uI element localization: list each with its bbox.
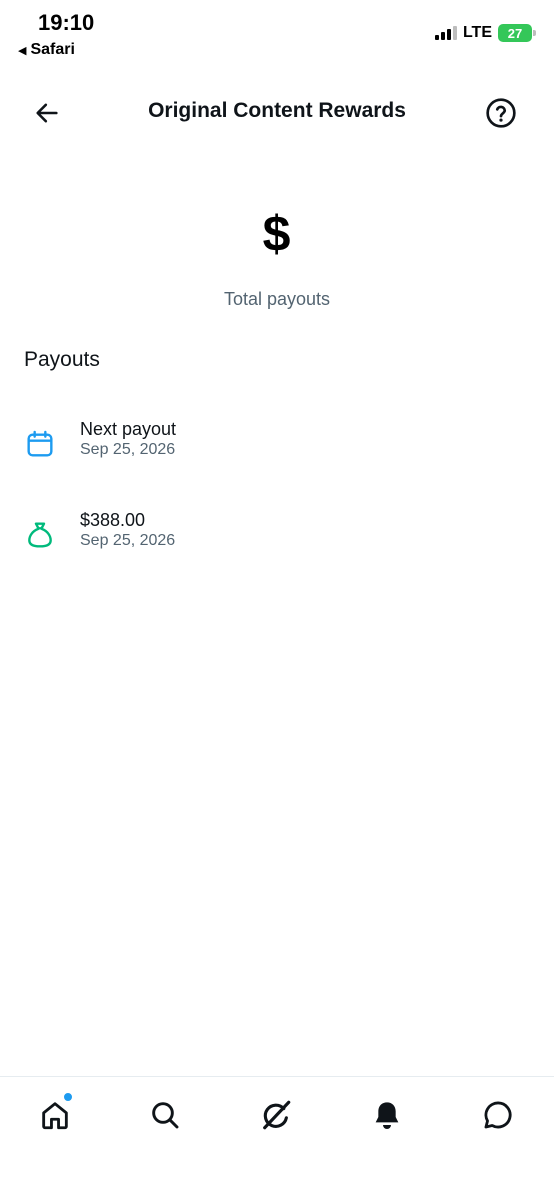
signal-strength-icon xyxy=(434,26,457,40)
home-icon xyxy=(42,1102,68,1130)
tab-notifications[interactable] xyxy=(367,1095,407,1135)
question-circle-icon xyxy=(486,98,516,128)
search-icon xyxy=(152,1102,179,1129)
page-title: Original Content Rewards xyxy=(148,99,406,122)
tab-messages[interactable] xyxy=(478,1095,518,1135)
tab-search[interactable] xyxy=(145,1095,185,1135)
tab-grok[interactable] xyxy=(256,1095,296,1135)
grok-icon xyxy=(263,1100,291,1130)
calendar-icon xyxy=(27,430,53,457)
payouts-section-title: Payouts xyxy=(24,348,100,371)
back-triangle-icon: ◀ xyxy=(18,44,27,57)
battery-level: 27 xyxy=(507,25,523,41)
back-to-safari[interactable]: ◀ Safari xyxy=(18,41,75,59)
notifications-bell-icon xyxy=(375,1102,399,1129)
network-type: LTE xyxy=(462,24,492,41)
battery-icon: 27 xyxy=(498,24,536,42)
money-bag-icon xyxy=(28,522,52,548)
total-payouts-label: Total payouts xyxy=(223,289,331,309)
total-payouts-amount: $ xyxy=(262,206,292,262)
status-time: 19:10 xyxy=(38,10,95,35)
next-payout-title: Next payout xyxy=(80,419,177,439)
help-button[interactable] xyxy=(484,96,518,130)
payout-date: Sep 25, 2026 xyxy=(80,532,176,549)
bottom-tab-bar xyxy=(0,1076,554,1200)
next-payout-row: Next payout Sep 25, 2026 xyxy=(0,419,554,488)
messages-icon xyxy=(484,1101,512,1129)
payout-amount: $388.00 xyxy=(80,510,146,530)
status-indicators: LTE 27 xyxy=(434,24,536,42)
payout-amount-row: $388.00 Sep 25, 2026 xyxy=(0,510,554,579)
back-app-label: Safari xyxy=(30,41,75,58)
home-notification-dot xyxy=(62,1091,74,1103)
next-payout-date: Sep 25, 2026 xyxy=(80,441,176,458)
